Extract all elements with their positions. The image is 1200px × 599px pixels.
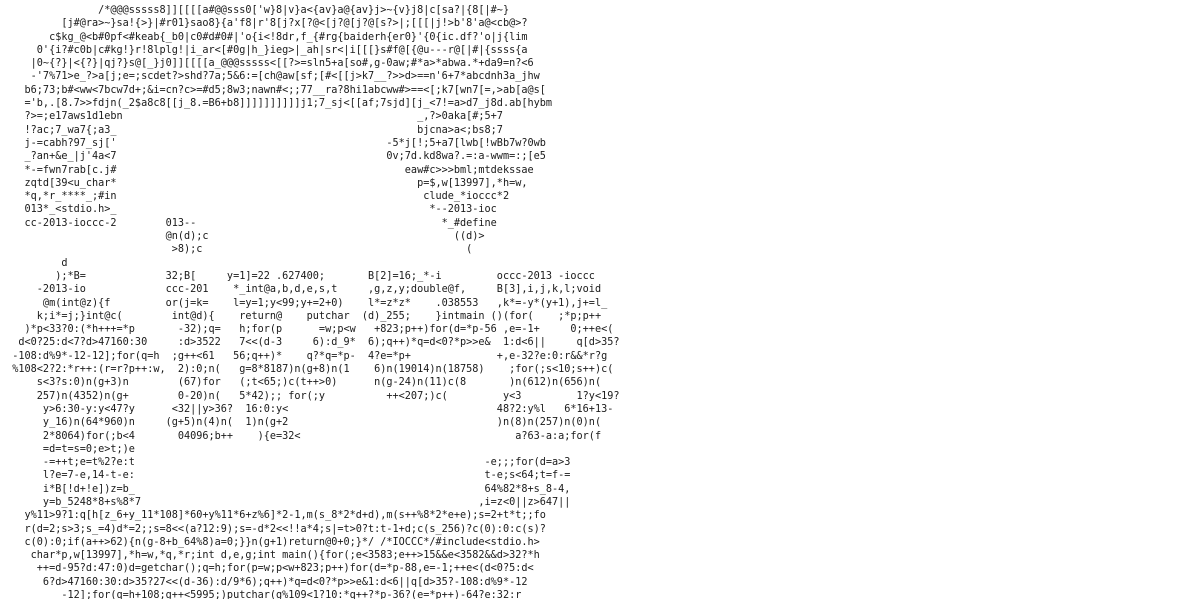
code-line: d<0?25:d<7?d>47160:30 :d>3522 7<<(d-3 6)… (0, 337, 620, 349)
code-line: s<3?s:0)n(g+3)n (67)for (;t<65;)c(t++>0)… (0, 377, 602, 389)
code-line: zqtd[39<u_char* p=$,w[13997],*h=w, (0, 177, 528, 189)
code-line: [j#@ra>~}sa!{>}|#r01}sao8}{a'f8|r'8[j?x[… (0, 18, 528, 30)
code-line: -=++t;e=t%2?e:t -e;;;for(d=a>3 (0, 457, 571, 469)
code-line: ++=d-95?d:47:0)d=getchar();q=h;for(p=w;p… (0, 563, 534, 575)
code-line: *q,*r_****_;#in clude_*ioccc*2 (0, 191, 510, 203)
code-line: b6;73;b#<ww<7bcw7d+;&i=cn?c>=#d5;8w3;naw… (0, 84, 546, 96)
code-line: -'7%71>e_?>a[j;e=;scdet?>shd?7a;5&6:=[ch… (0, 71, 540, 83)
code-line: >8);c ( (0, 244, 473, 256)
code-line: 257)n(4352)n(g+ 0-20)n( 5*42);; for(;y +… (0, 390, 620, 402)
code-line: y>6:30-y:y<47?y <32||y>36? 16:0:y< 48?2:… (0, 403, 614, 415)
code-line: /*@@@sssss8]][[[[a#@@sss0['w}8|v}a<{av}a… (0, 5, 510, 16)
code-line: y%11>9?1:q[h[z_6+y_11*108]*60+y%11*6+z%6… (0, 510, 546, 522)
code-line: 0'{i?#c0b|c#kg!}r!8lplg!|i_ar<[#0g|h_}ie… (0, 44, 528, 56)
code-line: %108<2?2:*r++:(r=r?p++:w, 2):0;n( g=8*81… (0, 364, 614, 376)
code-line: j-=cabh?97_sj[' -5*j[!;5+a7[lwb[!wBb7w?0… (0, 137, 546, 149)
code-line: *-=fwn7rab[c.j# eaw#c>>>bml;mtdekssae (0, 164, 534, 176)
code-line: r(d=2;s>3;s_=4)d*=2;;s=8<<(a?12:9);s=-d*… (0, 523, 546, 535)
code-line: )*p<33?0:(*h+++=*p -32);q= h;for(p =w;p<… (0, 324, 614, 336)
code-line: ='b,.[8.7>>fdjn(_2$a8c8[[j_8.=B6+b8]]]]]… (0, 98, 553, 110)
code-line: char*p,w[13997],*h=w,*q,*r;int d,e,g;int… (0, 550, 540, 562)
code-line: y=b_5248*8+s%8*7 ,i=z<0||z>647|| (0, 496, 571, 508)
code-line: -12];for(q=h+108;g++<5995;)putchar(g%109… (0, 590, 522, 599)
code-line: |0~{?}|<{?}|qj?}s@[_}j0]][[[[a_@@@sssss<… (0, 58, 534, 70)
code-line: c$kg_@<b#0pf<#keab{_b0|c0#d#0#|'o{i<!8dr… (0, 31, 528, 43)
source-code-listing: /*@@@sssss8]][[[[a#@@sss0['w}8|v}a<{av}a… (0, 4, 619, 599)
code-line: 6?d>47160:30:d>35?27<<(d-36):d/9*6);q++)… (0, 576, 528, 588)
code-line: i*B[!d+!e])z=b_ 64%82*8+s_8-4, (0, 483, 571, 495)
code-line: _?an+&e_|j'4a<7 0v;7d.kd8wa?.=:a-wwm=:;[… (0, 151, 546, 163)
code-line: l?e=7-e,14-t-e: t-e;s<64;t=f-= (0, 470, 571, 482)
code-line: y_16)n(64*960)n (g+5)n(4)n( 1)n(g+2 )n(8… (0, 417, 602, 429)
code-line: -108:d%9*-12-12];for(q=h ;g++<61 56;q++)… (0, 350, 608, 362)
code-line: -2013-io ccc-201 *_int@a,b,d,e,s,t ,g,z,… (0, 284, 602, 296)
code-line: !?ac;7_wa7{;a3_ bjcna>a<;bs8;7 (0, 124, 503, 136)
code-line: =d=t=s=0;e>t;)e (0, 443, 135, 455)
code-line: @m(int@z){f or(j=k= l=y=1;y<99;y+=2+0) l… (0, 297, 608, 309)
code-line: );*B= 32;B[ y=1]=22 .627400; B[2]=16;_*-… (0, 270, 595, 282)
code-line: cc-2013-ioccc-2 013-- *_#define (0, 217, 497, 229)
code-line: 2*8064)for(;b<4 04096;b++ ){e=32< a?63-a… (0, 430, 602, 442)
code-line: d (0, 257, 68, 269)
code-line: k;i*=j;}int@c( int@d){ return@ putchar (… (0, 310, 602, 322)
code-line: ?>=;e17aws1d1ebn _,?>0aka[#;5+7 (0, 111, 503, 123)
code-line: 013*_<stdio.h>_ *--2013-ioc (0, 204, 497, 216)
code-line: c(0):0;if(a++>62){n(g-8+b_64%8)a=0;}}n(g… (0, 536, 540, 548)
code-line: @n(d);c ((d)> (0, 231, 485, 243)
